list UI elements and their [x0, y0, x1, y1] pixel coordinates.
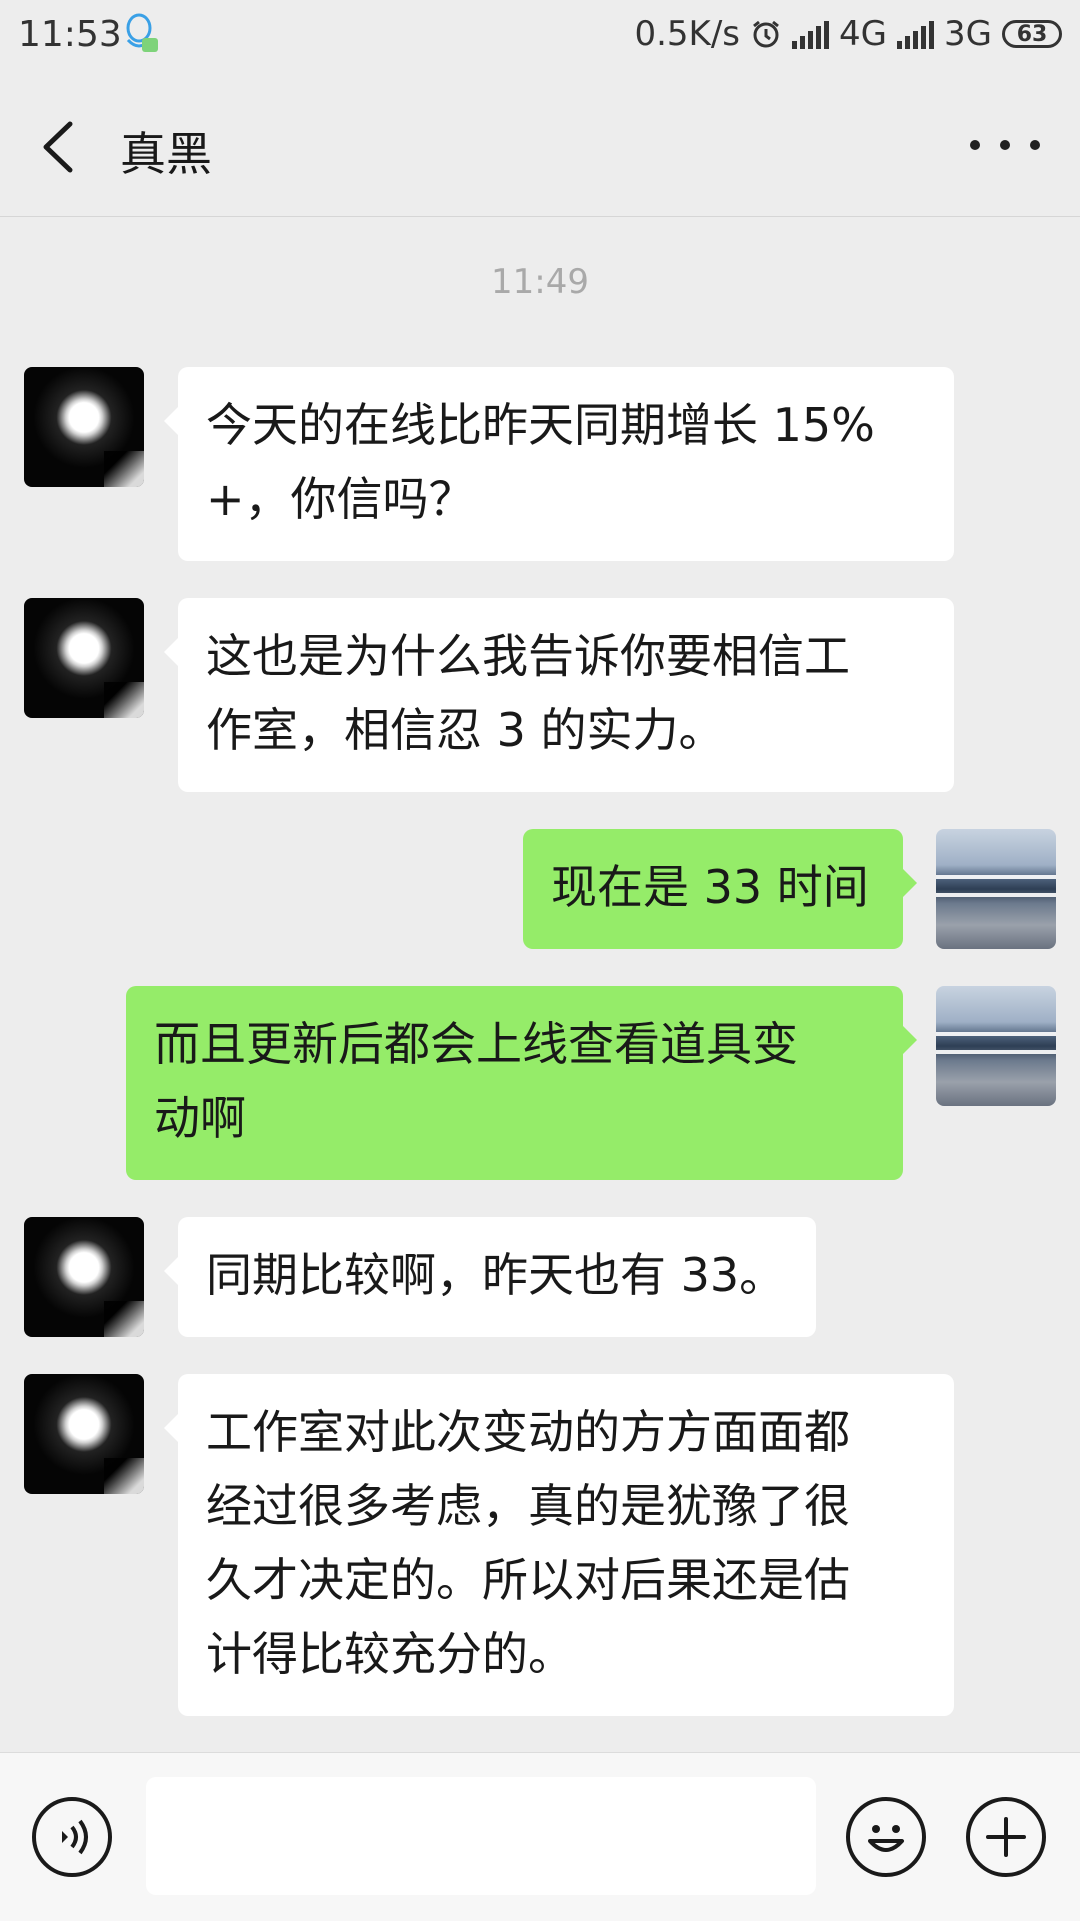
- contact-avatar[interactable]: [24, 1217, 144, 1337]
- message-bubble-received[interactable]: 这也是为什么我告诉你要相信工 作室，相信忍 3 的实力。: [164, 598, 954, 792]
- emoji-button[interactable]: [846, 1797, 926, 1877]
- user-avatar[interactable]: [936, 986, 1056, 1106]
- message-bubble-received[interactable]: 今天的在线比昨天同期增长 15% +，你信吗？: [164, 367, 954, 561]
- message-bubble-sent[interactable]: 而且更新后都会上线查看道具变 动啊: [126, 986, 917, 1180]
- net-speed: 0.5K/s: [634, 14, 741, 54]
- network-type-1: 4G: [839, 14, 888, 54]
- status-bar: 11:53 0.5K/s 4G 3G 63: [0, 0, 1080, 80]
- contact-avatar[interactable]: [24, 1374, 144, 1494]
- contact-avatar[interactable]: [24, 367, 144, 487]
- plus-icon: [986, 1817, 1026, 1857]
- chat-header: 真黑: [0, 80, 1080, 217]
- status-time: 11:53: [18, 14, 122, 55]
- emoji-icon: [868, 1825, 904, 1852]
- message-input[interactable]: [146, 1777, 816, 1895]
- message-bubble-received[interactable]: 工作室对此次变动的方方面面都 经过很多考虑，真的是犹豫了很 久才决定的。所以对后…: [164, 1374, 954, 1716]
- network-type-2: 3G: [944, 14, 992, 54]
- signal-icon: [897, 19, 935, 49]
- status-right: 0.5K/s 4G 3G 63: [634, 14, 1062, 54]
- voice-icon: [62, 1819, 88, 1855]
- voice-button[interactable]: [32, 1797, 112, 1877]
- message-timestamp: 11:49: [491, 262, 589, 302]
- qq-icon: [122, 12, 160, 56]
- input-bar: [0, 1752, 1080, 1921]
- signal-icon: [792, 19, 830, 49]
- battery-icon: 63: [1002, 20, 1062, 48]
- more-dots-icon: [970, 140, 980, 150]
- back-button[interactable]: [30, 112, 90, 182]
- chevron-left-icon: [43, 121, 73, 173]
- message-bubble-sent[interactable]: 现在是 33 时间: [523, 829, 917, 949]
- alarm-icon: [750, 18, 782, 50]
- more-button[interactable]: [970, 120, 1040, 170]
- message-bubble-received[interactable]: 同期比较啊，昨天也有 33。: [164, 1217, 816, 1337]
- contact-avatar[interactable]: [24, 598, 144, 718]
- user-avatar[interactable]: [936, 829, 1056, 949]
- more-functions-button[interactable]: [966, 1797, 1046, 1877]
- chat-title: 真黑: [120, 127, 212, 181]
